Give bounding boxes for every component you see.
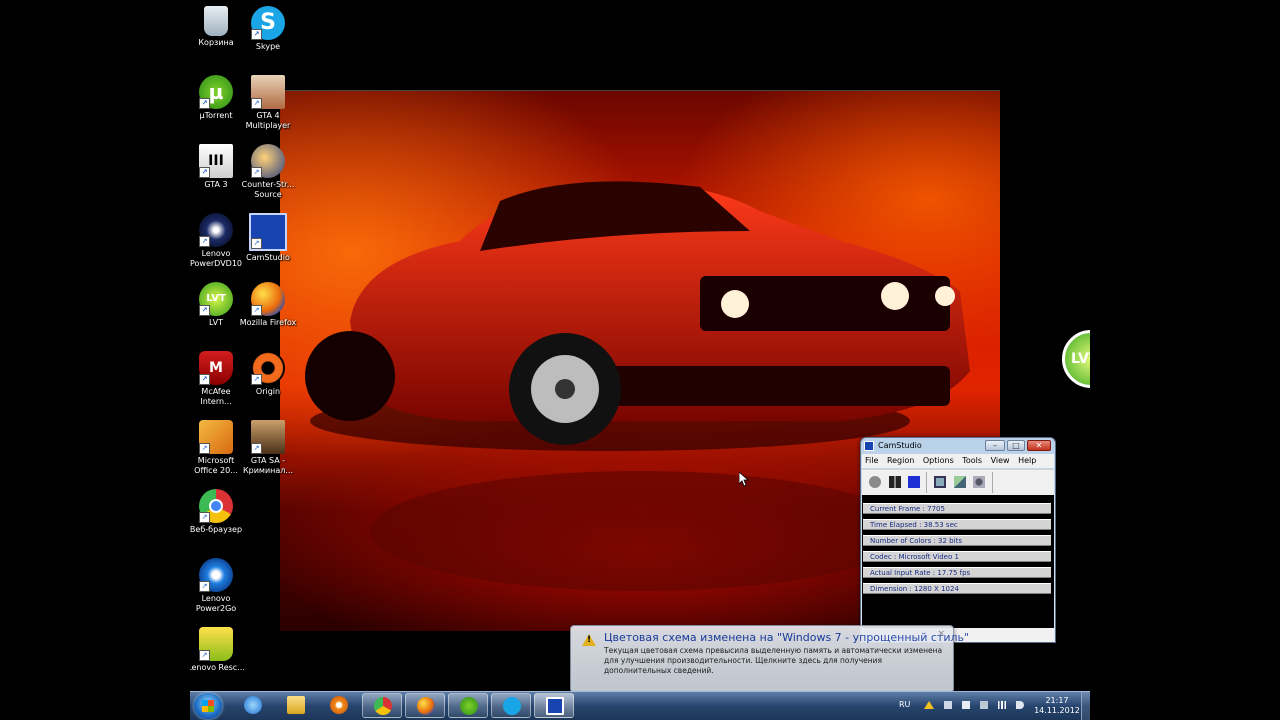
taskbar-firefox[interactable] [405,693,445,718]
chrome-icon: ↗ [199,489,233,523]
camstudio-window[interactable]: CamStudio – □ ✕ File Region Options Tool… [860,437,1056,643]
menu-region[interactable]: Region [884,454,917,465]
power2go-icon: ↗ [199,558,233,592]
counter-strike-icon: ↗ [251,144,285,178]
close-button[interactable]: ✕ [1027,440,1051,451]
taskbar-internet-explorer[interactable] [233,693,273,718]
skype-icon: S ↗ [251,6,285,40]
annotate-icon[interactable] [954,476,966,488]
recycle-bin-icon [204,6,228,36]
desktop-icon-chrome[interactable]: ↗ Веб-браузер [190,489,247,535]
language-indicator[interactable]: RU [899,700,910,709]
chrome-icon [374,697,392,715]
stop-icon[interactable] [908,476,920,488]
show-desktop-button[interactable] [1081,692,1090,720]
taskbar-media-player[interactable] [319,693,359,718]
firefox-icon: ↗ [251,282,285,316]
notification-title: Цветовая схема изменена на "Windows 7 - … [604,631,970,644]
menu-options[interactable]: Options [920,454,957,465]
tray-action-center-icon[interactable] [944,701,952,709]
pause-icon[interactable] [889,476,901,488]
media-player-icon [330,696,348,714]
desktop-icon-gta-sa[interactable]: ↗ GTA SA - Криминал... [237,420,299,476]
menu-help[interactable]: Help [1015,454,1039,465]
maximize-button[interactable]: □ [1007,440,1025,451]
camstudio-icon [546,697,564,715]
stat-dimension: Dimension : 1280 X 1024 [863,583,1051,594]
skype-icon [503,697,521,715]
utorrent-icon: µ ↗ [199,75,233,109]
lvt-gadget[interactable]: LVT [1062,330,1090,388]
taskbar: RU 21:17 14.11.2012 [190,691,1090,720]
menu-tools[interactable]: Tools [959,454,985,465]
stat-input-rate: Actual Input Rate : 17.75 fps [863,567,1051,578]
record-icon[interactable] [869,476,881,488]
desktop-icon-skype[interactable]: S ↗ Skype [237,6,299,52]
camstudio-title: CamStudio [878,441,922,450]
lvt-icon: LVT ↗ [199,282,233,316]
gta4-icon: ↗ [251,75,285,109]
taskbar-clock[interactable]: 21:17 14.11.2012 [1034,696,1080,716]
menu-view[interactable]: View [988,454,1013,465]
desktop-icon-camstudio[interactable]: ↗ CamStudio [237,213,299,263]
camstudio-icon: ↗ [249,213,287,251]
lvt-gadget-icon: LVT [1062,330,1090,388]
origin-icon: ↗ [251,351,285,385]
desktop-icon-lenovo-rescue[interactable]: ↗ Lenovo Resc... [190,627,247,673]
desktop-icon-firefox[interactable]: ↗ Mozilla Firefox [237,282,299,328]
taskbar-chrome[interactable] [362,693,402,718]
minimize-button[interactable]: – [985,440,1005,451]
notification-body: Текущая цветовая схема превысила выделен… [604,646,943,675]
menu-file[interactable]: File [862,454,881,465]
lenovo-rescue-icon: ↗ [199,627,233,661]
desktop-icon-power2go[interactable]: ↗ Lenovo Power2Go [190,558,247,614]
powerdvd-icon: ↗ [199,213,233,247]
camstudio-titlebar[interactable]: CamStudio – □ ✕ [861,438,1055,454]
start-button[interactable] [194,693,222,719]
utorrent-icon [460,697,478,715]
taskbar-camstudio[interactable] [534,693,574,718]
desktop-screen: Корзина S ↗ Skype µ ↗ µTorrent ↗ GTA 4 Mul… [190,0,1090,720]
tray-network-icon[interactable] [998,701,1006,709]
tray-volume-icon[interactable] [1016,701,1024,709]
notification-close-button[interactable]: × [937,629,945,639]
gta3-icon: III ↗ [199,144,233,178]
explorer-folder-icon [287,696,305,714]
taskbar-utorrent[interactable] [448,693,488,718]
camera-icon[interactable] [973,476,985,488]
tray-flag-icon[interactable] [962,701,970,709]
internet-explorer-icon [244,696,262,714]
region-icon[interactable] [934,476,946,488]
system-tray: RU 21:17 14.11.2012 [894,692,1090,720]
office-icon: ↗ [199,420,233,454]
warning-icon [582,634,596,646]
clock-time: 21:17 [1045,696,1069,705]
taskbar-explorer[interactable] [276,693,316,718]
desktop-icon-origin[interactable]: ↗ Origin [237,351,299,397]
desktop-icon-counter-strike[interactable]: ↗ Counter-Str... Source [237,144,299,200]
camstudio-menubar: File Region Options Tools View Help [862,454,1054,468]
camstudio-stats-panel: Current Frame : 7705 Time Elapsed : 38.5… [862,495,1054,628]
taskbar-skype[interactable] [491,693,531,718]
mcafee-icon: M ↗ [199,351,233,385]
camstudio-toolbar [862,469,1054,495]
tray-battery-icon[interactable] [980,701,988,709]
firefox-icon [417,697,435,715]
color-scheme-notification[interactable]: Цветовая схема изменена на "Windows 7 - … [570,625,969,701]
stat-current-frame: Current Frame : 7705 [863,503,1051,514]
mouse-cursor-icon [739,472,749,487]
desktop-icon-gta4[interactable]: ↗ GTA 4 Multiplayer [237,75,299,131]
stat-codec: Codec : Microsoft Video 1 [863,551,1051,562]
clock-date: 14.11.2012 [1034,706,1080,715]
stat-time-elapsed: Time Elapsed : 38.53 sec [863,519,1051,530]
stat-number-of-colors: Number of Colors : 32 bits [863,535,1051,546]
tray-warning-icon[interactable] [924,701,934,709]
camstudio-app-icon [864,441,874,451]
gta-sa-icon: ↗ [251,420,285,454]
